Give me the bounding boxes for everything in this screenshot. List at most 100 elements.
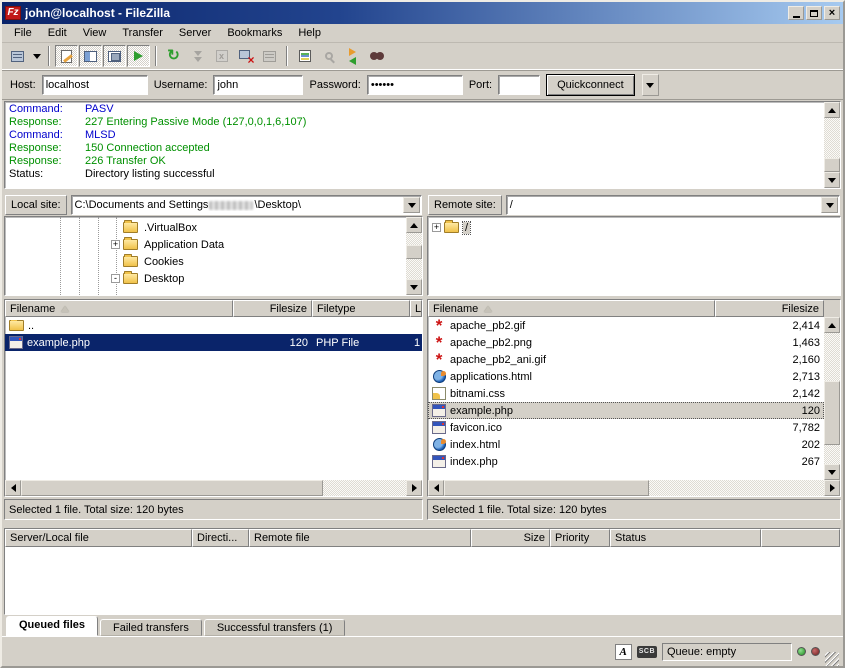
remote-path-dropdown[interactable] (821, 197, 838, 213)
scroll-left-button[interactable] (5, 480, 21, 496)
remote-list-vertical-scrollbar[interactable] (824, 317, 840, 480)
column-filename[interactable]: Filename (428, 300, 715, 317)
list-item[interactable]: index.html202 (428, 436, 824, 453)
column-filetype[interactable]: Filetype (312, 300, 410, 317)
remote-list-rows: *apache_pb2.gif2,414 *apache_pb2.png1,46… (428, 317, 824, 480)
local-tree-scrollbar[interactable] (406, 217, 422, 295)
tab-queued-files[interactable]: Queued files (6, 616, 98, 636)
close-button[interactable]: × (824, 6, 840, 20)
list-item[interactable]: bitnami.css2,142 (428, 385, 824, 402)
local-list-rows: .. example.php 120 PHP File 1 (5, 317, 422, 480)
remote-path-combo[interactable]: / (506, 195, 840, 215)
scroll-down-button[interactable] (824, 172, 840, 188)
scroll-up-button[interactable] (406, 217, 422, 233)
tree-item-root[interactable]: + / (428, 219, 840, 236)
menu-server[interactable]: Server (171, 25, 219, 41)
list-item-parent-dir[interactable]: .. (5, 317, 422, 334)
quickconnect-button[interactable]: Quickconnect (546, 74, 635, 96)
list-item-selected[interactable]: example.php120 (428, 402, 824, 419)
local-list-horizontal-scrollbar[interactable] (5, 480, 422, 496)
cancel-operation-button[interactable]: x (210, 45, 233, 67)
local-tree: .VirtualBox + Application Data Cookies - (5, 217, 406, 295)
scrollbar-thumb[interactable] (406, 245, 422, 259)
menu-help[interactable]: Help (290, 25, 329, 41)
resize-grip[interactable] (825, 652, 839, 666)
reconnect-button[interactable] (258, 45, 281, 67)
username-input[interactable] (213, 75, 303, 95)
tree-item-cookies[interactable]: Cookies (5, 253, 406, 270)
column-filesize[interactable]: Filesize (233, 300, 312, 317)
column-direction[interactable]: Directi... (192, 529, 249, 547)
speed-limit-indicator-icon[interactable]: SCB (637, 646, 657, 658)
find-files-button[interactable] (365, 45, 388, 67)
tree-item-virtualbox[interactable]: .VirtualBox (5, 219, 406, 236)
directory-comparison-button[interactable] (317, 45, 340, 67)
collapse-icon[interactable]: - (111, 274, 120, 283)
site-manager-button[interactable] (6, 45, 29, 67)
column-server-local-file[interactable]: Server/Local file (5, 529, 192, 547)
expand-icon[interactable]: + (432, 223, 441, 232)
toggle-message-log-button[interactable] (55, 45, 78, 67)
quickconnect-dropdown[interactable] (642, 74, 659, 96)
scrollbar-thumb[interactable] (824, 381, 840, 445)
scroll-up-button[interactable] (824, 102, 840, 118)
tab-successful-transfers[interactable]: Successful transfers (1) (204, 619, 346, 636)
toggle-remote-tree-button[interactable] (103, 45, 126, 67)
log-vertical-scrollbar[interactable] (824, 102, 840, 188)
column-remote-file[interactable]: Remote file (249, 529, 471, 547)
tree-item-desktop[interactable]: - Desktop (5, 270, 406, 287)
minimize-button[interactable] (788, 6, 804, 20)
column-filename[interactable]: Filename (5, 300, 233, 317)
queue-splitter[interactable] (2, 520, 843, 528)
process-queue-button[interactable] (186, 45, 209, 67)
port-input[interactable] (498, 75, 540, 95)
scrollbar-thumb[interactable] (21, 480, 323, 496)
column-filesize[interactable]: Filesize (715, 300, 824, 317)
expand-icon[interactable]: + (111, 240, 120, 249)
column-last-modified[interactable]: L (410, 300, 422, 317)
refresh-button[interactable]: ↻ (162, 45, 185, 67)
list-item[interactable]: applications.html2,713 (428, 368, 824, 385)
tree-item-application-data[interactable]: + Application Data (5, 236, 406, 253)
scroll-down-button[interactable] (406, 279, 422, 295)
toggle-local-tree-button[interactable] (79, 45, 102, 67)
list-item[interactable]: favicon.ico7,782 (428, 419, 824, 436)
redacted-username (209, 201, 253, 210)
menu-transfer[interactable]: Transfer (114, 25, 171, 41)
process-queue-icon (194, 51, 202, 62)
column-size[interactable]: Size (471, 529, 550, 547)
scrollbar-thumb[interactable] (444, 480, 649, 496)
disconnect-button[interactable]: × (234, 45, 257, 67)
local-path-combo[interactable]: C:\Documents and Settings\Desktop\ (71, 195, 422, 215)
scroll-left-button[interactable] (428, 480, 444, 496)
password-input[interactable] (367, 75, 463, 95)
column-status[interactable]: Status (610, 529, 761, 547)
column-priority[interactable]: Priority (550, 529, 610, 547)
synchronized-browsing-button[interactable] (341, 45, 364, 67)
menu-file[interactable]: File (6, 25, 40, 41)
list-item[interactable]: *apache_pb2_ani.gif2,160 (428, 351, 824, 368)
filter-button[interactable] (293, 45, 316, 67)
menu-edit[interactable]: Edit (40, 25, 75, 41)
list-item[interactable]: *apache_pb2.gif2,414 (428, 317, 824, 334)
list-item[interactable]: index.php267 (428, 453, 824, 470)
tab-failed-transfers[interactable]: Failed transfers (100, 619, 202, 636)
scroll-right-button[interactable] (406, 480, 422, 496)
scroll-right-button[interactable] (824, 480, 840, 496)
host-input[interactable] (42, 75, 148, 95)
transfer-type-indicator-icon[interactable]: A (615, 644, 632, 660)
list-item[interactable]: *apache_pb2.png1,463 (428, 334, 824, 351)
menu-view[interactable]: View (75, 25, 115, 41)
scrollbar-thumb[interactable] (824, 158, 840, 172)
remote-list-horizontal-scrollbar[interactable] (428, 480, 840, 496)
scroll-up-button[interactable] (824, 317, 840, 333)
scroll-down-button[interactable] (824, 464, 840, 480)
menu-bar: File Edit View Transfer Server Bookmarks… (2, 24, 843, 43)
maximize-button[interactable] (806, 6, 822, 20)
image-file-icon: * (432, 353, 446, 366)
menu-bookmarks[interactable]: Bookmarks (219, 25, 290, 41)
local-path-dropdown[interactable] (403, 197, 420, 213)
site-manager-dropdown[interactable] (30, 45, 43, 67)
list-item-example-php[interactable]: example.php 120 PHP File 1 (5, 334, 422, 351)
toggle-queue-button[interactable] (127, 45, 150, 67)
